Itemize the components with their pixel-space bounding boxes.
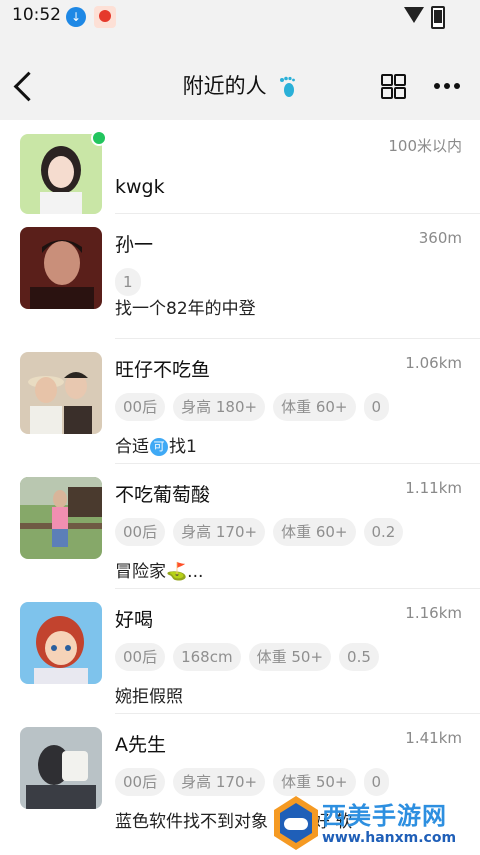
bio-text: 合适 (115, 437, 149, 457)
person-name: 不吃葡萄酸 (115, 484, 211, 506)
download-icon: ↓ (66, 7, 86, 27)
person-name: 孙一 (115, 234, 154, 256)
tag-list: 00后 身高 170+ 体重 60+ 0.2 (115, 518, 404, 546)
tag: 0.5 (339, 643, 379, 671)
tag: 身高 180+ (173, 393, 266, 421)
avatar (20, 227, 102, 309)
tag: 00后 (115, 393, 166, 421)
tag-list: 00后 身高 180+ 体重 60+ 0 (115, 393, 390, 421)
list-item[interactable]: 好喝 1.16km 00后 168cm 体重 50+ 0.5 婉拒假照 (0, 589, 480, 714)
watermark: 西美手游网 www.hanxm.com (270, 790, 480, 855)
avatar (20, 134, 102, 214)
person-bio: 合适可找1 (115, 432, 197, 457)
watermark-url: www.hanxm.com (322, 830, 457, 846)
person-name: 好喝 (115, 609, 154, 631)
tag-list: 1 (115, 268, 141, 296)
person-bio: 婉拒假照 (115, 687, 183, 707)
person-name: kwgk (115, 176, 165, 198)
tag: 身高 170+ (173, 768, 266, 796)
watermark-logo-icon (274, 796, 318, 850)
page-title-wrap: 附近的人 (0, 70, 480, 100)
battery-icon (431, 6, 445, 29)
tag-list: 00后 168cm 体重 50+ 0.5 (115, 643, 379, 671)
avatar (20, 727, 102, 809)
avatar (20, 352, 102, 434)
app-notification-icon (94, 6, 116, 28)
page-title: 附近的人 (182, 74, 267, 98)
list-item[interactable]: kwgk 100米以内 (0, 120, 480, 214)
status-time: 10:52 (12, 5, 61, 25)
tag: 00后 (115, 643, 166, 671)
tag: 体重 50+ (248, 643, 332, 671)
person-distance: 1.16km (405, 604, 462, 622)
more-icon[interactable] (434, 83, 460, 89)
bio-text: 找1 (169, 437, 197, 457)
person-distance: 1.06km (405, 354, 462, 372)
wifi-icon (404, 7, 424, 23)
bio-badge: 可 (150, 438, 168, 456)
tag: 0 (363, 393, 390, 421)
tag: 体重 60+ (273, 518, 356, 546)
list-item[interactable]: 孙一 360m 1 找一个82年的中登 (0, 214, 480, 339)
person-bio: 找一个82年的中登 (115, 299, 256, 319)
footprint-icon (280, 76, 296, 97)
tag: 身高 170+ (173, 518, 266, 546)
online-status-dot (91, 130, 107, 146)
person-bio: 冒险家⛳... (115, 562, 204, 582)
watermark-text: 西美手游网 (322, 802, 447, 830)
nearby-people-list: kwgk 100米以内 孙一 360m 1 找一个82年的中登 旺仔不吃鱼 1.… (0, 120, 480, 839)
tag: 00后 (115, 518, 166, 546)
tag: 0.2 (363, 518, 404, 546)
tag: 1 (115, 268, 141, 296)
tag: 体重 60+ (273, 393, 356, 421)
avatar (20, 477, 102, 559)
person-distance: 1.41km (405, 729, 462, 747)
nav-bar: 附近的人 (0, 34, 480, 120)
tag: 00后 (115, 768, 166, 796)
list-item[interactable]: 旺仔不吃鱼 1.06km 00后 身高 180+ 体重 60+ 0 合适可找1 (0, 339, 480, 464)
avatar (20, 602, 102, 684)
person-distance: 1.11km (405, 479, 462, 497)
list-item[interactable]: 不吃葡萄酸 1.11km 00后 身高 170+ 体重 60+ 0.2 冒险家⛳… (0, 464, 480, 589)
person-distance: 100米以内 (388, 137, 462, 155)
tag: 168cm (173, 643, 241, 671)
person-distance: 360m (418, 229, 462, 247)
person-name: 旺仔不吃鱼 (115, 359, 211, 381)
person-name: A先生 (115, 734, 166, 756)
grid-view-icon[interactable] (381, 74, 406, 99)
status-bar: 10:52 ↓ (0, 0, 480, 34)
